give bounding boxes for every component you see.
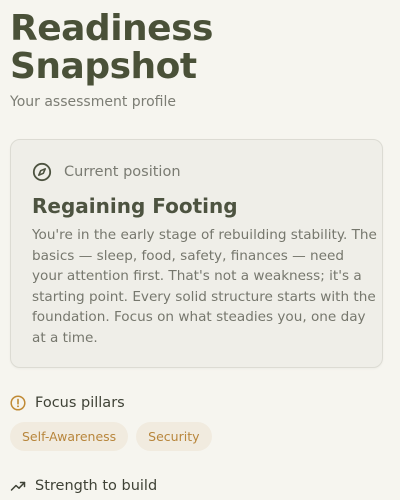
position-description: You're in the early stage of rebuilding … xyxy=(32,227,377,346)
compass-icon xyxy=(32,162,52,182)
page-title-line-2: Snapshot xyxy=(10,46,197,87)
card-label: Current position xyxy=(64,164,181,180)
focus-pillars-header: Focus pillars xyxy=(10,395,125,411)
card-header: Current position xyxy=(32,162,181,182)
page-title-line-1: Readiness xyxy=(10,8,213,49)
readiness-snapshot-page: Readiness Snapshot Your assessment profi… xyxy=(0,0,400,500)
focus-pillar-chips: Self-Awareness Security xyxy=(10,422,212,451)
pillar-chip-self-awareness[interactable]: Self-Awareness xyxy=(10,422,129,451)
strength-to-build-label: Strength to build xyxy=(35,478,158,494)
current-position-card: Current position Regaining Footing You'r… xyxy=(10,139,383,368)
focus-pillars-label: Focus pillars xyxy=(35,395,125,411)
trending-up-icon xyxy=(10,481,26,491)
pillar-chip-security[interactable]: Security xyxy=(136,422,212,451)
strength-to-build-header: Strength to build xyxy=(10,478,157,494)
page-title: Readiness Snapshot xyxy=(10,10,213,86)
position-title: Regaining Footing xyxy=(32,194,238,218)
page-subtitle: Your assessment profile xyxy=(10,94,176,110)
alert-circle-icon xyxy=(10,395,26,411)
